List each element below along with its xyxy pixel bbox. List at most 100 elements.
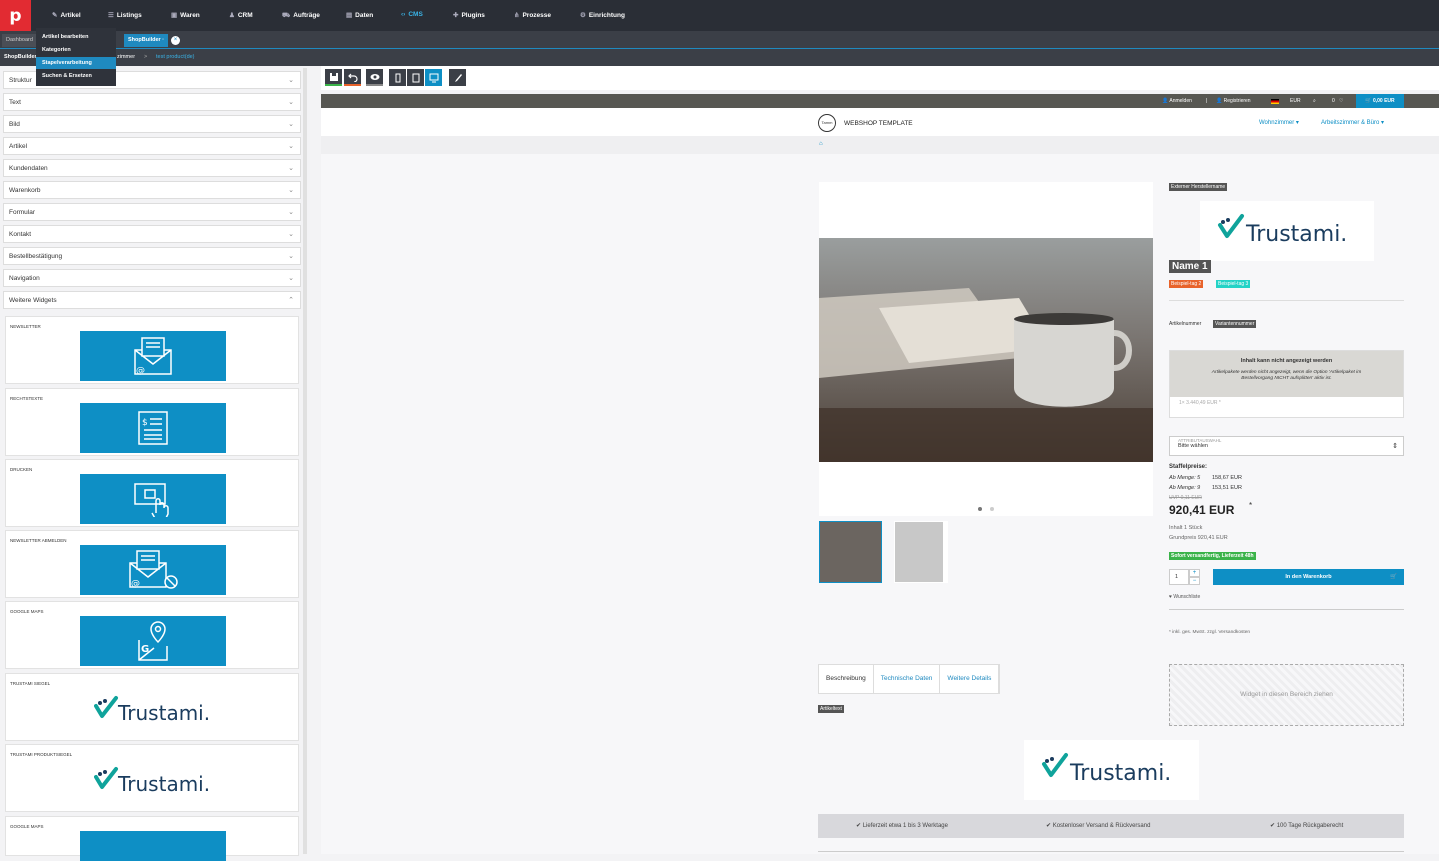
widget-trustami-produktsiegel[interactable]: TRUSTAMI PRODUKTSIEGEL Trustami. [5, 744, 299, 812]
accordion-warenkorb[interactable]: Warenkorb ⌄ [3, 181, 301, 199]
menu-item-artikel-bearbeiten[interactable]: Artikel bearbeiten [36, 31, 116, 43]
nav-item-artikel[interactable]: ✎ Artikel [52, 11, 81, 19]
widget-rechtstexte[interactable]: RECHTSTEXTE $ [5, 388, 299, 456]
tab-shopbuilder[interactable]: ShopBuilder · [124, 34, 169, 47]
mobile-view-button[interactable] [389, 69, 406, 86]
breadcrumb-root[interactable]: ShopBuilder [4, 54, 37, 60]
carousel-dot[interactable] [990, 507, 994, 511]
widget-dropzone[interactable]: Widget in diesen Bereich ziehen [1169, 664, 1404, 726]
accordion-weitere-widgets[interactable]: Weitere Widgets ⌃ [3, 291, 301, 309]
divider [1169, 609, 1404, 610]
wishlist-count[interactable]: 0 [1332, 98, 1335, 104]
accordion-bild[interactable]: Bild ⌄ [3, 115, 301, 133]
quantity-input[interactable]: 1 [1169, 569, 1189, 585]
nav-item-plugins[interactable]: ✚ Plugins [453, 11, 485, 19]
nav-item-einrichtung[interactable]: ⚙ Einrichtung [580, 11, 625, 19]
quantity-decrease-button[interactable]: − [1189, 577, 1200, 585]
graduated-price-2: 153,51 EUR [1212, 485, 1242, 491]
nav-wohnzimmer[interactable]: Wohnzimmer ▾ [1259, 119, 1299, 126]
register-link[interactable]: 👤 Registrieren [1216, 98, 1251, 104]
accordion-navigation[interactable]: Navigation ⌄ [3, 269, 301, 287]
breadcrumb-current-page[interactable]: test product(de) [156, 54, 195, 60]
tablet-view-button[interactable] [407, 69, 424, 86]
tab-technische-daten[interactable]: Technische Daten [874, 665, 941, 693]
accordion-bestellbestaetigung[interactable]: Bestellbestätigung ⌄ [3, 247, 301, 265]
nav-item-auftraege[interactable]: ⛟ Aufträge [282, 11, 320, 20]
rrp-price: UVP 0,11 EUR [1169, 495, 1202, 501]
shop-top-bar: 👤 Anmelden | 👤 Registrieren EUR ⌕ 0 ♡ 🛒 … [321, 94, 1439, 108]
style-editor-button[interactable] [449, 69, 466, 86]
widget-google-maps[interactable]: GOOGLE MAPS G [5, 601, 299, 669]
quantity-increase-button[interactable]: + [1189, 569, 1200, 577]
home-icon[interactable]: ⌂ [819, 141, 823, 147]
graduated-price-1: 158,67 EUR [1212, 475, 1242, 481]
brush-icon [454, 73, 462, 82]
product-image[interactable] [819, 238, 1153, 462]
svg-text:@: @ [136, 366, 145, 376]
undo-icon [347, 73, 358, 82]
menu-item-kategorien[interactable]: Kategorien [36, 44, 116, 56]
desktop-icon [429, 73, 438, 82]
sidebar-scrollbar[interactable] [303, 68, 307, 854]
desktop-view-button[interactable] [425, 69, 442, 86]
product-tag-1[interactable]: Beispiel-tag 2 [1169, 280, 1204, 288]
add-to-cart-button[interactable]: In den Warenkorb 🛒 [1213, 569, 1404, 585]
chevron-down-icon: ⌄ [288, 121, 294, 128]
nav-item-daten[interactable]: ▤ Daten [346, 11, 373, 19]
widget-drucken[interactable]: DRUCKEN [5, 459, 299, 527]
nav-item-crm[interactable]: ♟ CRM [229, 11, 253, 19]
attribute-select[interactable]: ATTRIBUTAUSWAHL Bitte wählen ⇕ [1169, 436, 1404, 456]
currency-selector[interactable]: EUR [1290, 98, 1301, 104]
search-icon[interactable]: ⌕ [1313, 98, 1316, 104]
login-link[interactable]: 👤 Anmelden [1162, 98, 1192, 104]
widget-newsletter[interactable]: NEWSLETTER @ [5, 316, 299, 384]
shop-title[interactable]: WEBSHOP TEMPLATE [844, 120, 913, 127]
chevron-down-icon: ⌄ [288, 165, 294, 172]
tab-beschreibung[interactable]: Beschreibung [819, 665, 874, 693]
document-icon: $ [80, 403, 226, 453]
plentymarkets-logo[interactable]: p [0, 0, 31, 31]
tab-dashboard[interactable]: Dashboard [2, 34, 37, 47]
shop-header: Tamm WEBSHOP TEMPLATE Wohnzimmer ▾ Arbei… [321, 108, 1439, 136]
product-tag-2[interactable]: Beispiel-tag 3 [1216, 280, 1251, 288]
accordion-formular[interactable]: Formular ⌄ [3, 203, 301, 221]
puzzle-icon: ✚ [453, 12, 459, 19]
breadcrumb-category[interactable]: zimmer [117, 54, 135, 60]
menu-item-stapelverarbeitung[interactable]: Stapelverarbeitung [36, 57, 116, 69]
trustami-product-seal[interactable]: Trustami. [1024, 740, 1199, 800]
accordion-kundendaten[interactable]: Kundendaten ⌄ [3, 159, 301, 177]
close-tab-icon[interactable]: × [171, 36, 180, 45]
menu-item-suchen-ersetzen[interactable]: Suchen & Ersetzen [36, 70, 116, 82]
wishlist-link[interactable]: ♥ Wunschliste [1169, 594, 1200, 600]
german-flag-icon[interactable] [1271, 99, 1279, 104]
accordion-text[interactable]: Text ⌄ [3, 93, 301, 111]
accordion-kontakt[interactable]: Kontakt ⌄ [3, 225, 301, 243]
nav-item-cms[interactable]: ‹› CMS [401, 11, 423, 18]
vat-note: * inkl. ges. MwSt. zzgl. Versandkosten [1169, 630, 1251, 635]
heart-icon[interactable]: ♡ [1339, 98, 1343, 104]
thumbnail-1[interactable] [819, 521, 882, 583]
nav-item-waren[interactable]: ▣ Waren [171, 11, 200, 19]
graduated-qty-2: Ab Menge: 9 [1169, 485, 1201, 491]
widget-google-maps-2[interactable]: GOOGLE MAPS [5, 816, 299, 861]
trustami-seal[interactable]: Trustami. [1200, 201, 1374, 261]
tab-weitere-details[interactable]: Weitere Details [940, 665, 1000, 693]
availability-badge: Sofort versandfertig, Lieferzeit 48h [1169, 552, 1256, 560]
widget-newsletter-abmelden[interactable]: NEWSLETTER ABMELDEN @ [5, 530, 299, 598]
undo-button[interactable] [344, 69, 361, 86]
preview-button[interactable] [366, 69, 383, 86]
save-icon [329, 72, 338, 81]
accordion-artikel[interactable]: Artikel ⌄ [3, 137, 301, 155]
widget-trustami-siegel[interactable]: TRUSTAMI SIEGEL Trustami. [5, 673, 299, 741]
nav-item-listings[interactable]: ☰ Listings [108, 11, 142, 19]
cart-button[interactable]: 🛒 0,00 EUR [1356, 94, 1404, 108]
newsletter-icon: @ [80, 331, 226, 381]
nav-arbeitszimmer[interactable]: Arbeitszimmer & Büro ▾ [1321, 119, 1384, 126]
breadcrumb-separator: > [144, 54, 148, 60]
thumbnail-2[interactable] [894, 521, 948, 583]
save-button[interactable] [325, 69, 342, 86]
nav-item-prozesse[interactable]: ⋔ Prozesse [514, 11, 551, 19]
carousel-dot-active[interactable] [978, 507, 982, 511]
shop-logo[interactable]: Tamm [818, 114, 836, 132]
chevron-down-icon: ⇕ [1392, 443, 1398, 450]
